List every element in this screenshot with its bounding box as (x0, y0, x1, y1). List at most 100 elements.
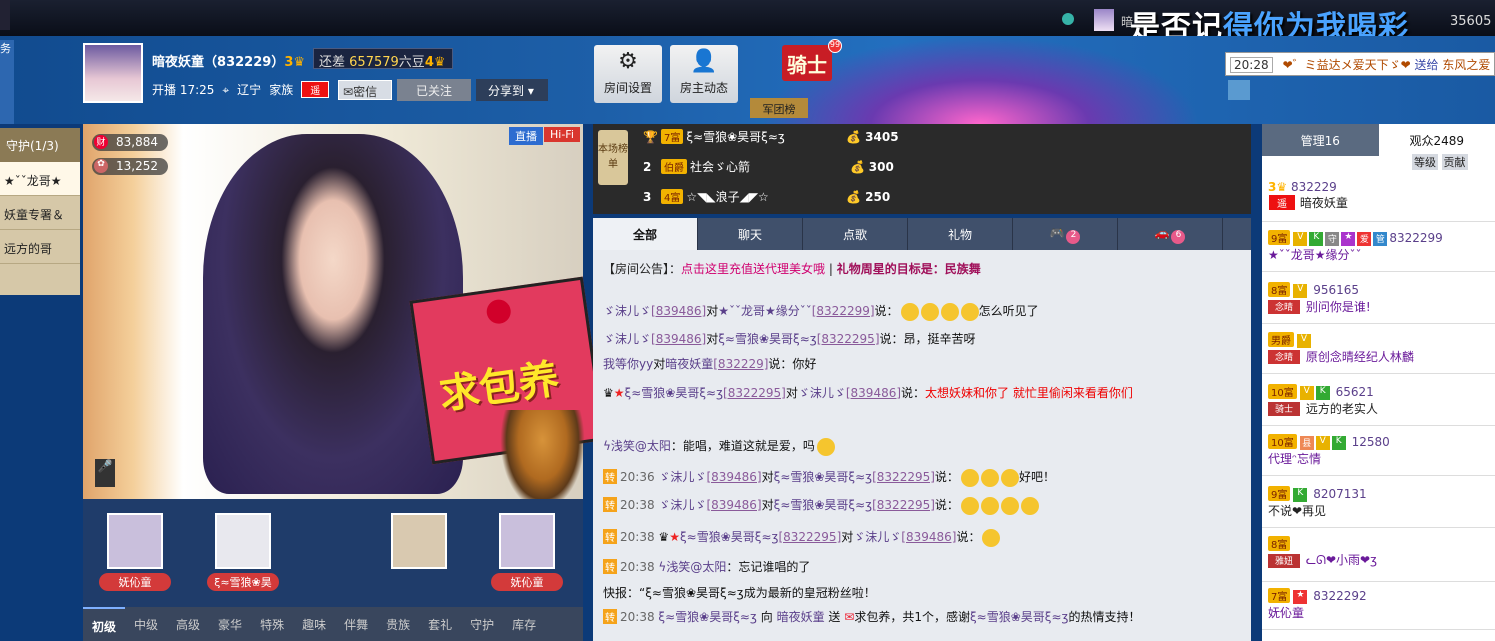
gift-tab[interactable]: 高级 (167, 607, 209, 641)
default-avatar (391, 513, 447, 569)
audience-item[interactable]: 8富 雅妞 ᓚᘏ❤小雨❤ʒ (1262, 534, 1495, 582)
level-progress: 还差 657579六豆4♛ (313, 48, 453, 70)
envelope-icon: ✉ (844, 610, 855, 624)
audience-item[interactable]: 7富 ★ 8322292 妩伈童 (1262, 586, 1495, 630)
hifi-tag[interactable]: Hi-Fi (544, 127, 580, 142)
tab-car[interactable]: 🚗 6 (1118, 218, 1223, 250)
seat[interactable]: 妩伈童 (99, 513, 171, 593)
car-icon: 🚗 (1154, 226, 1170, 240)
seat-avatar (107, 513, 163, 569)
room-notice: 【房间公告】：点击这里充值送代理美女哦 | 礼物周星的目标是：民族舞 (603, 262, 981, 276)
crown-icon: ♛ (603, 386, 614, 400)
host-avatar[interactable] (83, 43, 143, 103)
tab-chat[interactable]: 聊天 (698, 218, 803, 250)
follow-button[interactable]: 已关注 (397, 79, 471, 101)
gift-tab[interactable]: 中级 (125, 607, 167, 641)
seat-avatar (499, 513, 555, 569)
room-header (0, 36, 1495, 124)
gift-tab[interactable]: 守护 (461, 607, 503, 641)
gift-tab[interactable]: 套礼 (419, 607, 461, 641)
coin-icon: 💰 (850, 160, 865, 174)
chat-message: ϟ浅笑@太阳：能唱，难道这就是爱，吗 (603, 437, 835, 456)
chat-message: 转 20:38 ゞ沫儿ゞ[839486]对ξ≈雪狼❀昊哥ξ≈ʒ[8322295]说… (603, 496, 1039, 515)
recharge-link[interactable]: 点击这里充值送代理美女哦 (681, 262, 825, 276)
logo (0, 0, 10, 30)
gift-box-icon: ✿ (94, 159, 108, 173)
ranking-row[interactable]: 3 4富 ☆◥◣浪子◢◤☆ 💰 250 (643, 188, 1043, 214)
chat-message: ゞ沫儿ゞ[839486]对ξ≈雪狼❀昊哥ξ≈ʒ[8322295]说：昂，挺辛苦呀 (603, 332, 976, 346)
announcement: 快报：“ξ≈雪狼❀昊哥ξ≈ʒ成为最新的皇冠粉丝啦！ (603, 586, 876, 600)
person-icon: 👤 (690, 49, 718, 74)
cartoon-avatar (307, 513, 363, 569)
army-ranking-button[interactable]: 军团榜 (750, 98, 808, 118)
chat-tabs: 全部 聊天 点歌 礼物 🎮 2 🚗 6 (593, 218, 1251, 250)
gift-tab[interactable]: 豪华 (209, 607, 251, 641)
location-icon: ⌖ (222, 83, 230, 97)
ranking-row[interactable]: 🏆 7富 ξ≈雪狼❀昊哥ξ≈ʒ 💰 3405 (643, 128, 1043, 154)
gift-tab[interactable]: 趣味 (293, 607, 335, 641)
seat[interactable]: 妩伈童 (491, 513, 563, 593)
gift-tab[interactable]: 特殊 (251, 607, 293, 641)
tab-song[interactable]: 点歌 (803, 218, 908, 250)
sort-level[interactable]: 等级 (1412, 154, 1438, 170)
heart-icon (485, 298, 513, 326)
ranking-label: 本场榜单 (598, 130, 628, 185)
tab-admin[interactable]: 管理16 (1262, 124, 1379, 156)
star-icon: ★ (669, 530, 680, 544)
share-button[interactable]: 分享到 ▾ (476, 79, 548, 101)
tab-all[interactable]: 全部 (593, 218, 698, 250)
guard-item[interactable]: ★ˇˇ龙哥★ (0, 162, 80, 196)
chat-message: ゞ沫儿ゞ[839486]对★ˇˇ龙哥★缘分ˇˇ[8322299]说： 怎么听见了 (603, 302, 1039, 321)
audience-item[interactable]: 3♛ 832229 遥 暗夜妖童 (1262, 178, 1495, 222)
crown-icon: ♛ (658, 530, 670, 544)
audience-item[interactable]: 9富 K 8207131 不说❤再见 (1262, 484, 1495, 528)
audience-item[interactable]: 10富县 V K 12580 代理ᵔ忘情 (1262, 432, 1495, 476)
host-activity-button[interactable]: 👤 房主动态 (670, 45, 738, 103)
guard-item[interactable]: 远方的哥 (0, 230, 80, 264)
seat-bar: 妩伈童 ξ≈雪狼❀昊 妩伈童 (83, 499, 583, 607)
coin-icon: 💰 (846, 190, 862, 204)
seat-empty[interactable] (305, 513, 365, 593)
fans-stat: ✿ 13,252 (92, 158, 168, 175)
wealth-icon: 财 (94, 135, 108, 149)
sidebar-tab[interactable]: 务 (0, 40, 14, 124)
gift-tabs: 初级 中级 高级 豪华 特殊 趣味 伴舞 贵族 套礼 守护 库存 (83, 607, 583, 641)
user-avatar[interactable] (1094, 9, 1114, 31)
seat[interactable]: ξ≈雪狼❀昊 (207, 513, 279, 593)
gift-ticker: 20:28❤゛ミ益达メ爱天下ゞ❤ 送给 东风之爱 主播 (1225, 52, 1495, 76)
tab-audience[interactable]: 观众2489 (1378, 124, 1495, 156)
knight-badge[interactable]: 骑士 (782, 45, 832, 81)
chevron-down-icon: ▾ (527, 84, 534, 98)
gift-tab[interactable]: 贵族 (377, 607, 419, 641)
guard-panel: 守护(1/3) ★ˇˇ龙哥★ 妖童专署＆ 远方的哥 (0, 128, 80, 295)
seat-empty[interactable] (389, 513, 449, 593)
ranking-row[interactable]: 2 伯爵 社会ゞ心箭 💰 300 (643, 158, 1043, 184)
gift-tab[interactable]: 初级 (83, 607, 126, 641)
tab-gift[interactable]: 礼物 (908, 218, 1013, 250)
audience-item[interactable]: 9富 V K 守 ★ 爱管 8322299 ★ˇˇ龙哥★缘分ˇˇ (1262, 228, 1495, 272)
guard-item[interactable]: 妖童专署＆ (0, 196, 80, 230)
knight-count: 99 (828, 39, 842, 53)
seat-avatar (215, 513, 271, 569)
gamepad-icon: 🎮 (1049, 226, 1065, 240)
family-badge: 遥 (301, 81, 330, 98)
mail-icon: ✉ (343, 85, 354, 99)
chat-message: 我等你yy对暗夜妖童[832229]说：你好 (603, 357, 817, 371)
verified-icon[interactable] (1062, 13, 1074, 25)
room-settings-button[interactable]: ⚙ 房间设置 (594, 45, 662, 103)
message-button[interactable]: ✉密信 (338, 80, 392, 100)
user-number: 35605 (1450, 14, 1492, 29)
audience-item[interactable]: 8富 V 956165 念晴 别问你是谁! (1262, 280, 1495, 324)
live-tag: 直播 (509, 127, 543, 145)
chat-message: 转 20:38 ♛★ξ≈雪狼❀昊哥ξ≈ʒ[8322295]对ゞ沫儿ゞ[839486… (603, 528, 1001, 547)
microphone-icon[interactable]: 🎤 (95, 459, 115, 487)
tab-game[interactable]: 🎮 2 (1013, 218, 1118, 250)
audience-item[interactable]: 男爵 V 念晴 原创念晴经纪人林麟 (1262, 330, 1495, 374)
audience-item[interactable]: 10富 V K 65621 骑士 远方的老实人 (1262, 382, 1495, 426)
gift-tab[interactable]: 库存 (503, 607, 545, 641)
gift-tab[interactable]: 伴舞 (335, 607, 377, 641)
sort-options: 等级 贡献 (1412, 154, 1468, 170)
sort-contrib[interactable]: 贡献 (1441, 154, 1468, 170)
ticker-icon (1228, 80, 1250, 100)
gear-icon: ⚙ (618, 49, 638, 74)
